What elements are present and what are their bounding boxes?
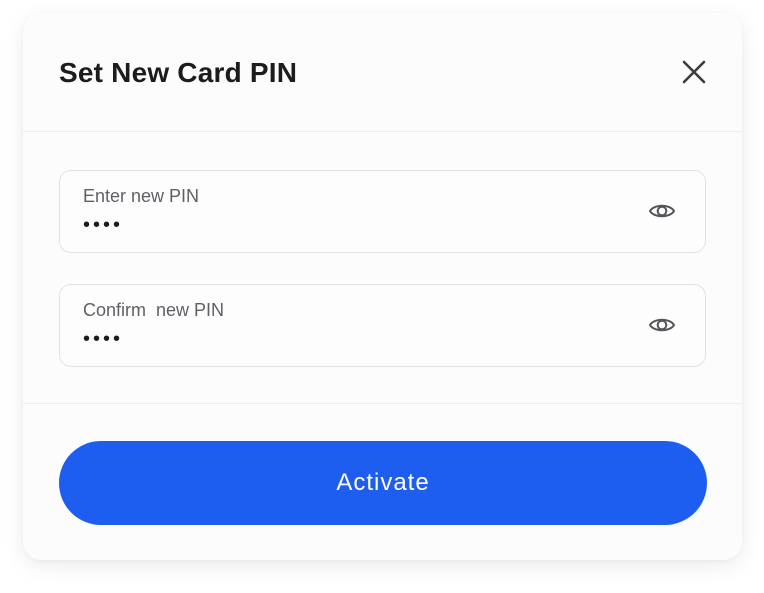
eye-icon (648, 318, 676, 332)
toggle-confirm-pin-visibility-button[interactable] (648, 313, 676, 337)
close-icon (682, 60, 706, 84)
activate-button[interactable]: Activate (59, 441, 707, 525)
new-pin-field[interactable]: Enter new PIN •••• (59, 170, 706, 253)
dialog-title: Set New Card PIN (59, 57, 298, 88)
new-pin-label: Enter new PIN (83, 186, 200, 206)
eye-icon (648, 204, 676, 218)
new-pin-input[interactable]: •••• (83, 211, 123, 239)
dialog-header: Set New Card PIN (23, 13, 742, 132)
set-pin-dialog: Set New Card PIN Enter new PIN •••• Conf… (23, 13, 742, 560)
confirm-pin-label: Confirm new PIN (83, 300, 225, 320)
confirm-pin-input[interactable]: •••• (83, 325, 123, 353)
toggle-new-pin-visibility-button[interactable] (648, 199, 676, 223)
close-button[interactable] (680, 58, 708, 86)
confirm-pin-field[interactable]: Confirm new PIN •••• (59, 284, 706, 367)
footer-divider (23, 403, 742, 404)
